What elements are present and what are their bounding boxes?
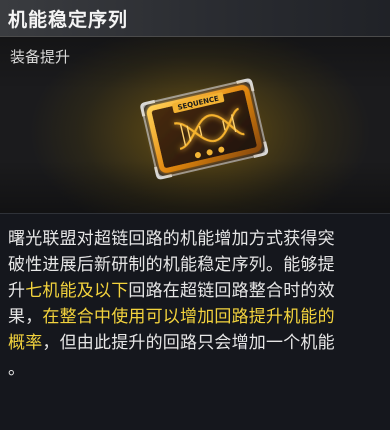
description-text: 回路在超链回路整合时的效 <box>128 281 335 301</box>
description-text: 。 <box>8 359 26 379</box>
highlight-text: 七机能及以下 <box>25 281 129 301</box>
description-line: 破性进展后新研制的机能稳定序列。能够提 <box>8 252 384 278</box>
item-title: 机能稳定序列 <box>8 9 129 31</box>
sequence-card-icon: SEQUENCE <box>140 78 269 180</box>
item-detail-panel: 机能稳定序列 装备提升 SEQUENCE 曙光联盟对超链回路的机能增加方式获得突… <box>0 0 390 430</box>
title-bar: 机能稳定序列 <box>0 0 390 37</box>
divider <box>0 213 390 214</box>
description-line: 曙光联盟对超链回路的机能增加方式获得突 <box>8 226 384 252</box>
description-line: 升七机能及以下回路在超链回路整合时的效 <box>8 278 384 304</box>
description-text: 曙光联盟对超链回路的机能增加方式获得突 <box>8 229 335 249</box>
highlight-text: 在整合中使用可以增加回路提升机能的 <box>42 307 335 327</box>
description-text: 升 <box>8 281 26 301</box>
description-line: 果，在整合中使用可以增加回路提升机能的 <box>8 304 384 330</box>
item-type-label: 装备提升 <box>10 48 71 66</box>
highlight-text: 概率 <box>8 333 43 353</box>
description-line: 。 <box>8 356 384 382</box>
description-line: 概率，但由此提升的回路只会增加一个机能 <box>8 330 384 356</box>
item-hero: 装备提升 SEQUENCE <box>0 37 390 213</box>
description-text: ，但由此提升的回路只会增加一个机能 <box>42 333 335 353</box>
description-text: 果， <box>8 307 43 327</box>
description-text: 破性进展后新研制的机能稳定序列。能够提 <box>8 255 335 275</box>
item-description: 曙光联盟对超链回路的机能增加方式获得突 破性进展后新研制的机能稳定序列。能够提 升七… <box>8 226 384 382</box>
